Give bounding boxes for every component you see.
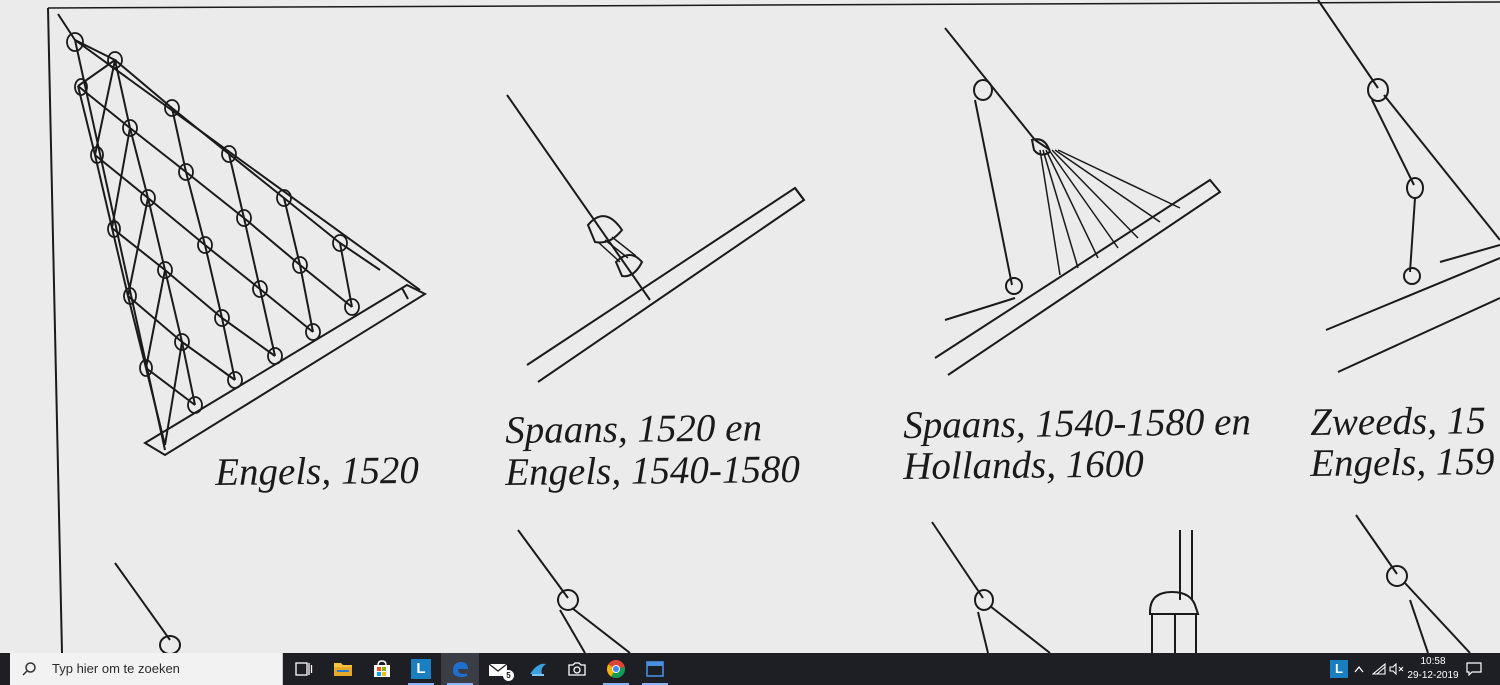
edge-button[interactable] [441, 653, 479, 685]
window-app-button[interactable] [636, 653, 674, 685]
rigging-illustrations [47, 0, 1500, 653]
notification-icon [1466, 662, 1482, 676]
app-tile-icon: L [411, 659, 431, 679]
taskbar-clock[interactable]: 10:58 29-12-2019 [1404, 655, 1462, 683]
caption-zweeds-line1: Zweeds, 15 [1309, 399, 1486, 444]
chevron-up-icon [1354, 665, 1364, 673]
scanned-page-photo: Engels, 1520 Spaans, 1520 en Engels, 154… [0, 0, 1500, 653]
task-view-icon [295, 662, 313, 676]
store-button[interactable] [363, 653, 401, 685]
caption-spaans-1540-line2: Hollands, 1600 [902, 442, 1144, 488]
clock-date: 29-12-2019 [1407, 670, 1459, 681]
azure-button[interactable] [519, 653, 557, 685]
edge-icon [453, 662, 468, 677]
search-placeholder: Typ hier om te zoeken [52, 661, 180, 676]
app-tile-button[interactable]: L [402, 653, 440, 685]
task-view-button[interactable] [285, 653, 323, 685]
camera-icon [568, 662, 586, 676]
page-border-top [47, 1, 1500, 9]
wifi-icon [1372, 663, 1386, 675]
caption-engels-1520: Engels, 1520 [214, 448, 420, 494]
clock-time: 10:58 [1420, 656, 1446, 667]
taskbar: Typ hier om te zoeken L 5 L 10:58 29-12-… [0, 653, 1500, 685]
folder-icon [334, 663, 352, 676]
taskbar-search-box[interactable]: Typ hier om te zoeken [10, 653, 283, 685]
chrome-button[interactable] [597, 653, 635, 685]
mail-badge: 5 [503, 670, 514, 681]
figure-spaans-1520 [506, 94, 806, 383]
figure-spaans-1540 [934, 27, 1222, 376]
store-icon [374, 660, 390, 677]
file-explorer-button[interactable] [324, 653, 362, 685]
azure-icon [530, 663, 546, 676]
caption-spaans-1540-line1: Spaans, 1540-1580 en [902, 400, 1252, 447]
tray-app-tile-icon: L [1330, 660, 1348, 678]
action-center-button[interactable] [1462, 653, 1486, 685]
tray-app-tile[interactable]: L [1328, 653, 1350, 685]
figure-zweeds [1317, 0, 1500, 373]
figure-engels-1520 [57, 13, 428, 457]
show-hidden-icons-button[interactable] [1351, 653, 1367, 685]
search-icon [22, 662, 36, 676]
mail-button[interactable]: 5 [480, 653, 518, 685]
window-icon [646, 661, 664, 677]
camera-button[interactable] [558, 653, 596, 685]
network-button[interactable] [1370, 653, 1388, 685]
caption-zweeds-line2: Engels, 159 [1309, 440, 1495, 485]
figure-bottom-row [114, 514, 1471, 653]
caption-spaans-1520-line1: Spaans, 1520 en [504, 406, 763, 452]
caption-spaans-1520-line2: Engels, 1540-1580 [504, 447, 801, 494]
page-border-left [47, 7, 63, 653]
chrome-icon [606, 660, 626, 679]
volume-muted-icon [1389, 663, 1404, 675]
